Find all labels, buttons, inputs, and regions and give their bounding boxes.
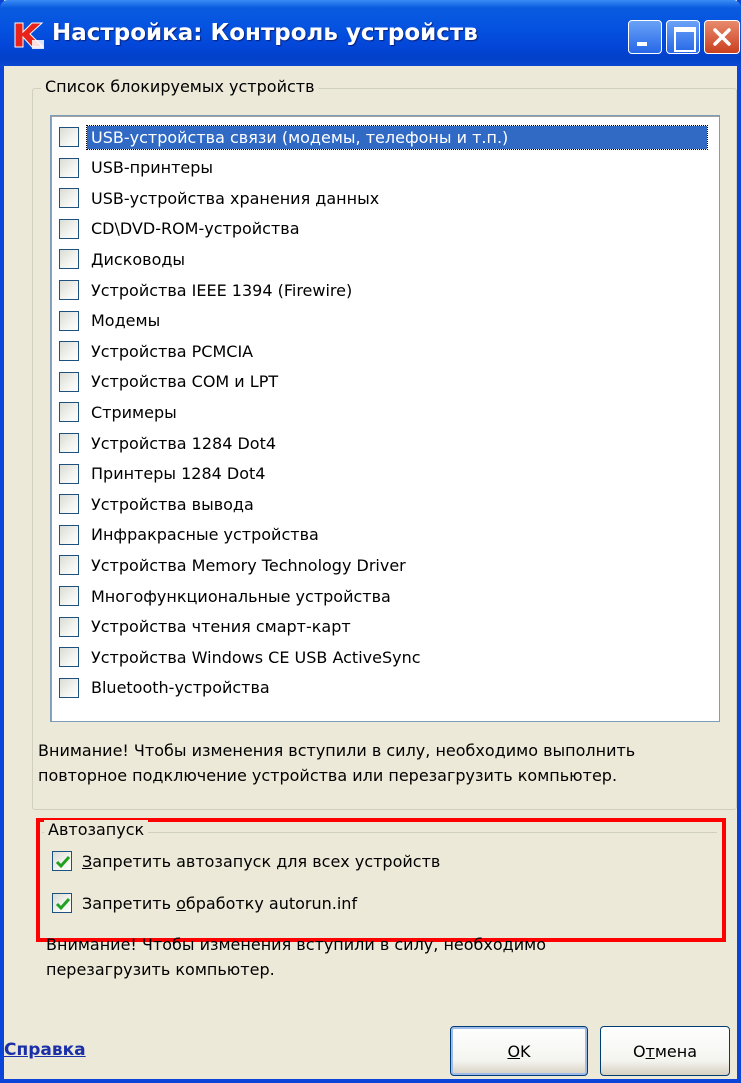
device-label: Устройства Windows CE USB ActiveSync [91, 647, 421, 667]
minimize-button[interactable] [628, 20, 662, 54]
close-icon [713, 28, 731, 46]
device-label: USB-устройства связи (модемы, телефоны и… [86, 124, 708, 150]
window-title: Настройка: Контроль устройств [52, 20, 478, 46]
device-label: USB-устройства хранения данных [91, 188, 380, 208]
device-checkbox[interactable] [59, 555, 79, 576]
device-label: Многофункциональные устройства [91, 586, 391, 606]
device-list-item[interactable]: Устройства чтения смарт-карт [59, 612, 715, 642]
checkmark-icon [55, 856, 71, 869]
cancel-button[interactable]: Отмена [600, 1026, 730, 1076]
device-list-item[interactable]: Устройства IEEE 1394 (Firewire) [59, 275, 715, 305]
device-list-item[interactable]: Устройства PCMCIA [59, 336, 715, 366]
device-label: USB-принтеры [91, 158, 214, 178]
device-checkbox[interactable] [59, 371, 79, 392]
device-label: Устройства 1284 Dot4 [91, 433, 277, 453]
device-label: Стримеры [91, 402, 177, 422]
title-bar[interactable]: Настройка: Контроль устройств [0, 0, 741, 66]
device-list-item[interactable]: Стримеры [59, 397, 715, 427]
devices-notice-line1: Внимание! Чтобы изменения вступили в сил… [38, 741, 636, 760]
device-checkbox[interactable] [59, 586, 79, 606]
device-label: Устройства PCMCIA [91, 341, 254, 361]
device-checkbox[interactable] [59, 341, 79, 362]
close-button[interactable] [704, 20, 740, 54]
kaspersky-k-icon [14, 22, 45, 49]
device-checkbox[interactable] [59, 433, 79, 453]
device-checkbox[interactable] [59, 310, 79, 331]
device-checkbox[interactable] [59, 494, 79, 515]
devices-notice: Внимание! Чтобы изменения вступили в сил… [38, 738, 728, 788]
device-label: Устройства IEEE 1394 (Firewire) [91, 280, 353, 300]
checkbox-checked[interactable] [52, 851, 72, 871]
autorun-notice-line1: Внимание! Чтобы изменения вступили в сил… [46, 935, 546, 954]
device-list-item[interactable]: Устройства Memory Technology Driver [59, 550, 715, 580]
device-list-item[interactable]: Устройства COM и LPT [59, 367, 715, 397]
device-checkbox[interactable] [59, 157, 79, 178]
device-list-item[interactable]: Устройства 1284 Dot4 [59, 428, 715, 458]
device-list-item[interactable]: Bluetooth-устройства [59, 673, 715, 703]
checkmark-icon [55, 898, 71, 911]
autorun-notice: Внимание! Чтобы изменения вступили в сил… [46, 932, 716, 982]
device-list-item[interactable]: Принтеры 1284 Dot4 [59, 459, 715, 489]
device-label: Устройства COM и LPT [91, 372, 279, 392]
device-list-item[interactable]: Дисководы [59, 244, 715, 274]
ok-button[interactable]: ОK [450, 1026, 588, 1076]
device-checkbox[interactable] [59, 127, 79, 147]
device-checkbox[interactable] [59, 647, 79, 668]
device-checkbox[interactable] [59, 677, 79, 698]
block-autorun-inf-label: Запретить обработку autorun.inf [82, 893, 358, 913]
block-autorun-all-checkbox[interactable]: Запретить автозапуск для всех устройств [52, 848, 440, 874]
help-link[interactable]: Справка [4, 1040, 86, 1060]
device-checkbox[interactable] [59, 524, 79, 545]
device-label: Bluetooth-устройства [91, 678, 270, 698]
device-list-item[interactable]: Устройства Windows CE USB ActiveSync [59, 642, 715, 672]
device-checkbox[interactable] [59, 218, 79, 239]
settings-dialog: Настройка: Контроль устройств Список бло… [0, 0, 741, 1083]
autorun-notice-line2: перезагрузить компьютер. [46, 960, 275, 979]
device-checkbox[interactable] [59, 249, 79, 270]
device-checkbox[interactable] [59, 188, 79, 209]
device-label: Устройства вывода [91, 494, 254, 514]
device-label: Устройства Memory Technology Driver [91, 555, 406, 575]
device-list-item[interactable]: USB-устройства связи (модемы, телефоны и… [59, 122, 715, 152]
device-label: Инфракрасные устройства [91, 525, 319, 545]
device-list-item[interactable]: Многофункциональные устройства [59, 581, 715, 611]
device-label: Дисководы [91, 249, 186, 269]
devices-group-legend: Список блокируемых устройств [41, 77, 319, 96]
device-label: Устройства чтения смарт-карт [91, 617, 351, 637]
device-checkbox[interactable] [59, 280, 79, 300]
device-label: Модемы [91, 311, 161, 331]
checkbox-checked[interactable] [52, 893, 72, 913]
devices-notice-line2: повторное подключение устройства или пер… [38, 766, 618, 785]
device-list-item[interactable]: USB-принтеры [59, 153, 715, 183]
device-list-item[interactable]: CD\DVD-ROM-устройства [59, 214, 715, 244]
blocked-devices-list[interactable]: USB-устройства связи (модемы, телефоны и… [50, 115, 720, 722]
device-list-item[interactable]: USB-устройства хранения данных [59, 183, 715, 213]
device-checkbox[interactable] [59, 463, 79, 484]
block-autorun-all-label: Запретить автозапуск для всех устройств [82, 851, 441, 871]
device-list-item[interactable]: Модемы [59, 306, 715, 336]
device-checkbox[interactable] [59, 616, 79, 637]
autorun-group-legend: Автозапуск [44, 820, 149, 839]
device-label: Принтеры 1284 Dot4 [91, 464, 266, 484]
device-checkbox[interactable] [59, 402, 79, 423]
maximize-button[interactable] [666, 20, 700, 54]
block-autorun-inf-checkbox[interactable]: Запретить обработку autorun.inf [52, 890, 357, 916]
device-list-item[interactable]: Инфракрасные устройства [59, 520, 715, 550]
device-list-item[interactable]: Устройства вывода [59, 489, 715, 519]
device-label: CD\DVD-ROM-устройства [91, 219, 300, 239]
